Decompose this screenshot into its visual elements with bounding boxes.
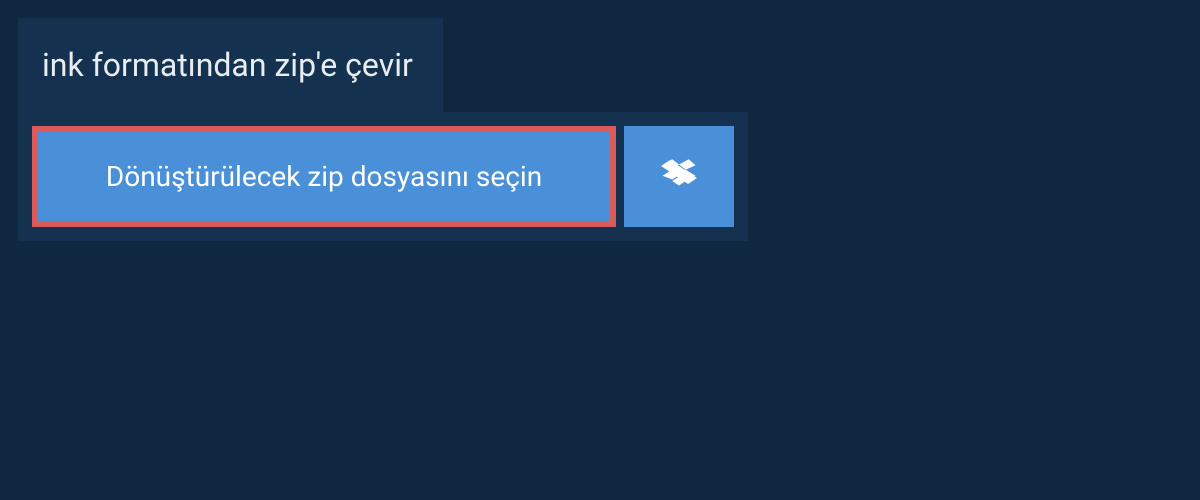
select-file-button-label: Dönüştürülecek zip dosyasını seçin (106, 160, 542, 193)
dropbox-button[interactable] (624, 126, 734, 227)
page-title-tab: ink formatından zip'e çevir (18, 18, 443, 112)
page-title: ink formatından zip'e çevir (42, 46, 413, 84)
select-file-button[interactable]: Dönüştürülecek zip dosyasını seçin (32, 126, 616, 227)
upload-panel: Dönüştürülecek zip dosyasını seçin (18, 112, 748, 241)
dropbox-icon (661, 157, 697, 197)
